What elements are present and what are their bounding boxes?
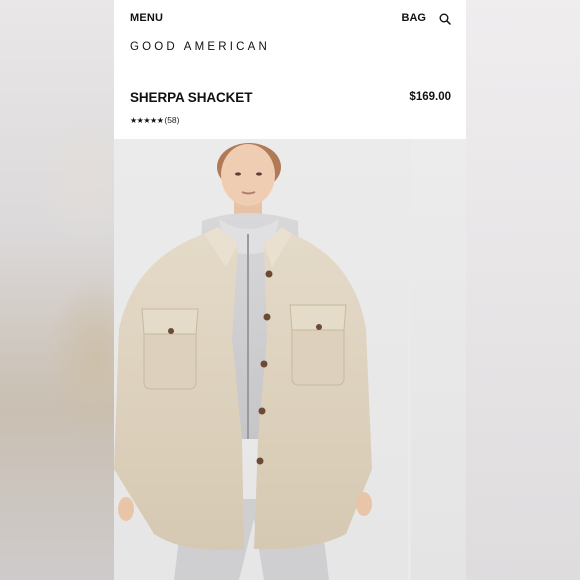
bag-button[interactable]: BAG bbox=[402, 12, 426, 24]
rating-stars: ★★★★★ bbox=[130, 115, 164, 125]
product-title: SHERPA SHACKET bbox=[130, 90, 253, 105]
blurred-background-left bbox=[0, 0, 114, 580]
model-photo-illustration bbox=[114, 143, 372, 580]
product-image-gallery[interactable] bbox=[114, 139, 466, 580]
product-header: MENU BAG GOOD AMERICAN SHERPA SHACKET $1… bbox=[114, 0, 466, 138]
blurred-background-right bbox=[466, 0, 580, 580]
menu-button[interactable]: MENU bbox=[130, 12, 163, 24]
product-rating[interactable]: ★★★★★ (58) bbox=[130, 115, 179, 125]
mobile-screen: MENU BAG GOOD AMERICAN SHERPA SHACKET $1… bbox=[114, 0, 466, 580]
product-price: $169.00 bbox=[409, 91, 451, 103]
product-main-image[interactable] bbox=[114, 139, 408, 580]
search-icon[interactable] bbox=[439, 13, 451, 25]
next-product-image[interactable] bbox=[411, 139, 466, 580]
brand-logo[interactable]: GOOD AMERICAN bbox=[130, 41, 270, 53]
review-count: (58) bbox=[164, 115, 180, 125]
